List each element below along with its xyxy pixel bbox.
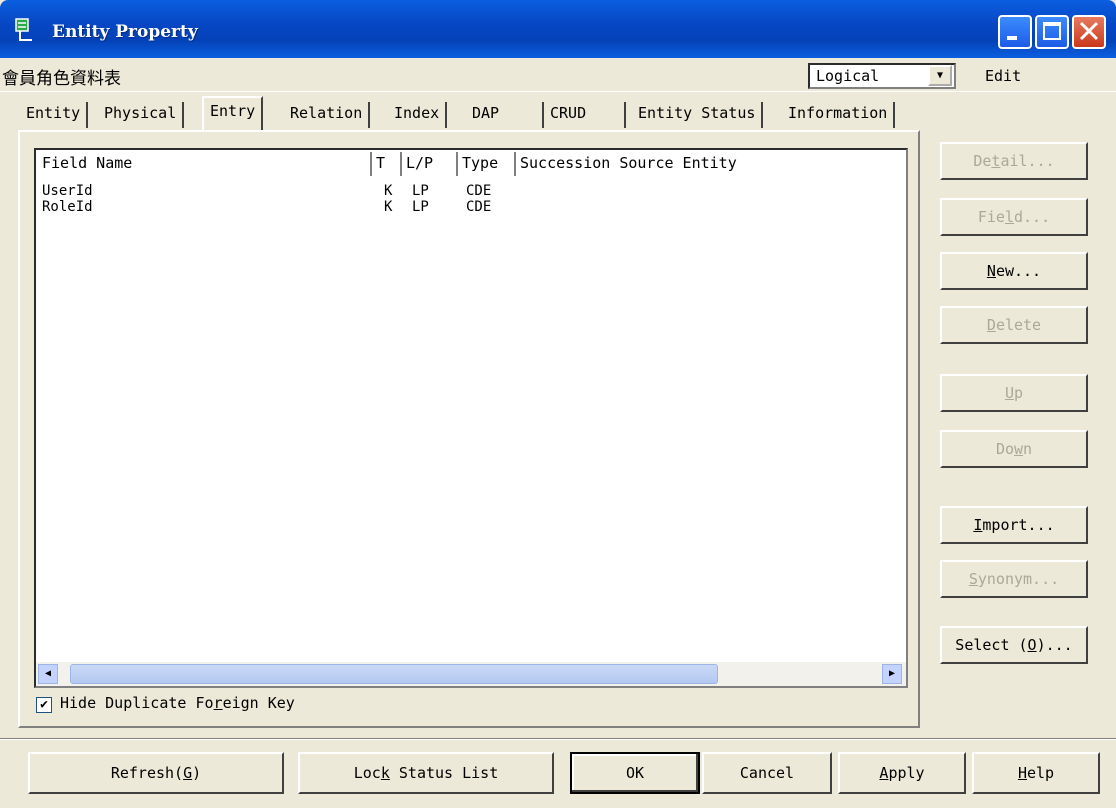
table-row[interactable]: RoleId K LP CDE bbox=[38, 200, 904, 216]
minimize-icon bbox=[1007, 36, 1017, 40]
edit-label[interactable]: Edit bbox=[985, 67, 1021, 85]
window-title: Entity Property bbox=[52, 22, 198, 42]
column-lp[interactable]: L/P bbox=[402, 152, 458, 176]
tab-index[interactable]: Index bbox=[388, 102, 448, 128]
close-icon bbox=[1079, 21, 1099, 41]
synonym-button[interactable]: Synonym... bbox=[940, 560, 1088, 598]
entity-name: 會員角色資料表 bbox=[2, 62, 762, 90]
bottom-divider bbox=[0, 738, 1116, 740]
tab-physical[interactable]: Physical bbox=[98, 102, 185, 128]
chevron-down-icon[interactable]: ▼ bbox=[928, 65, 952, 86]
maximize-button[interactable] bbox=[1035, 15, 1069, 49]
maximize-icon bbox=[1043, 22, 1061, 40]
tab-entity[interactable]: Entity bbox=[20, 102, 89, 128]
row-t: K bbox=[384, 199, 393, 215]
lock-status-list-button[interactable]: Lock Status List bbox=[298, 752, 554, 794]
row-lp: LP bbox=[412, 183, 429, 199]
field-list[interactable] bbox=[34, 148, 908, 688]
import-button[interactable]: Import... bbox=[940, 506, 1088, 544]
column-succession-source[interactable]: Succession Source Entity bbox=[516, 152, 906, 176]
row-t: K bbox=[384, 183, 393, 199]
row-field-name: RoleId bbox=[42, 199, 93, 215]
scroll-left-icon[interactable]: ◀ bbox=[38, 664, 58, 684]
entity-icon bbox=[15, 18, 32, 41]
select-button[interactable]: Select (O)... bbox=[940, 626, 1088, 664]
new-button[interactable]: New... bbox=[940, 252, 1088, 290]
down-button[interactable]: Down bbox=[940, 430, 1088, 468]
up-button[interactable]: Up bbox=[940, 374, 1088, 412]
apply-button[interactable]: Apply bbox=[838, 752, 966, 794]
tab-crud[interactable]: CRUD bbox=[544, 102, 626, 128]
close-button[interactable] bbox=[1072, 15, 1106, 49]
row-field-name: UserId bbox=[42, 183, 93, 199]
cancel-button[interactable]: Cancel bbox=[702, 752, 832, 794]
column-field-name[interactable]: Field Name bbox=[38, 152, 372, 176]
hide-duplicate-fk-label[interactable]: Hide Duplicate Foreign Key bbox=[60, 694, 295, 712]
help-button[interactable]: Help bbox=[972, 752, 1100, 794]
row-lp: LP bbox=[412, 199, 429, 215]
refresh-button[interactable]: Refresh(G) bbox=[28, 752, 284, 794]
detail-button[interactable]: Detail... bbox=[940, 142, 1088, 180]
row-type: CDE bbox=[466, 183, 492, 199]
delete-button[interactable]: Delete bbox=[940, 306, 1088, 344]
row-type: CDE bbox=[466, 199, 492, 215]
hide-duplicate-fk-checkbox[interactable]: ✔ bbox=[36, 697, 52, 713]
tab-entry[interactable]: Entry bbox=[202, 96, 264, 130]
column-t[interactable]: T bbox=[372, 152, 402, 176]
scrollbar-thumb[interactable] bbox=[70, 664, 718, 684]
column-type[interactable]: Type bbox=[458, 152, 516, 176]
tab-entity-status[interactable]: Entity Status bbox=[632, 102, 764, 128]
field-button[interactable]: Field... bbox=[940, 198, 1088, 236]
tab-relation[interactable]: Relation bbox=[284, 102, 371, 128]
minimize-button[interactable] bbox=[998, 15, 1032, 49]
tab-dap[interactable]: DAP bbox=[466, 102, 544, 128]
tab-information[interactable]: Information bbox=[782, 102, 896, 128]
scroll-right-icon[interactable]: ▶ bbox=[882, 664, 902, 684]
ok-button[interactable]: OK bbox=[570, 752, 700, 794]
table-row[interactable]: UserId K LP CDE bbox=[38, 184, 904, 200]
